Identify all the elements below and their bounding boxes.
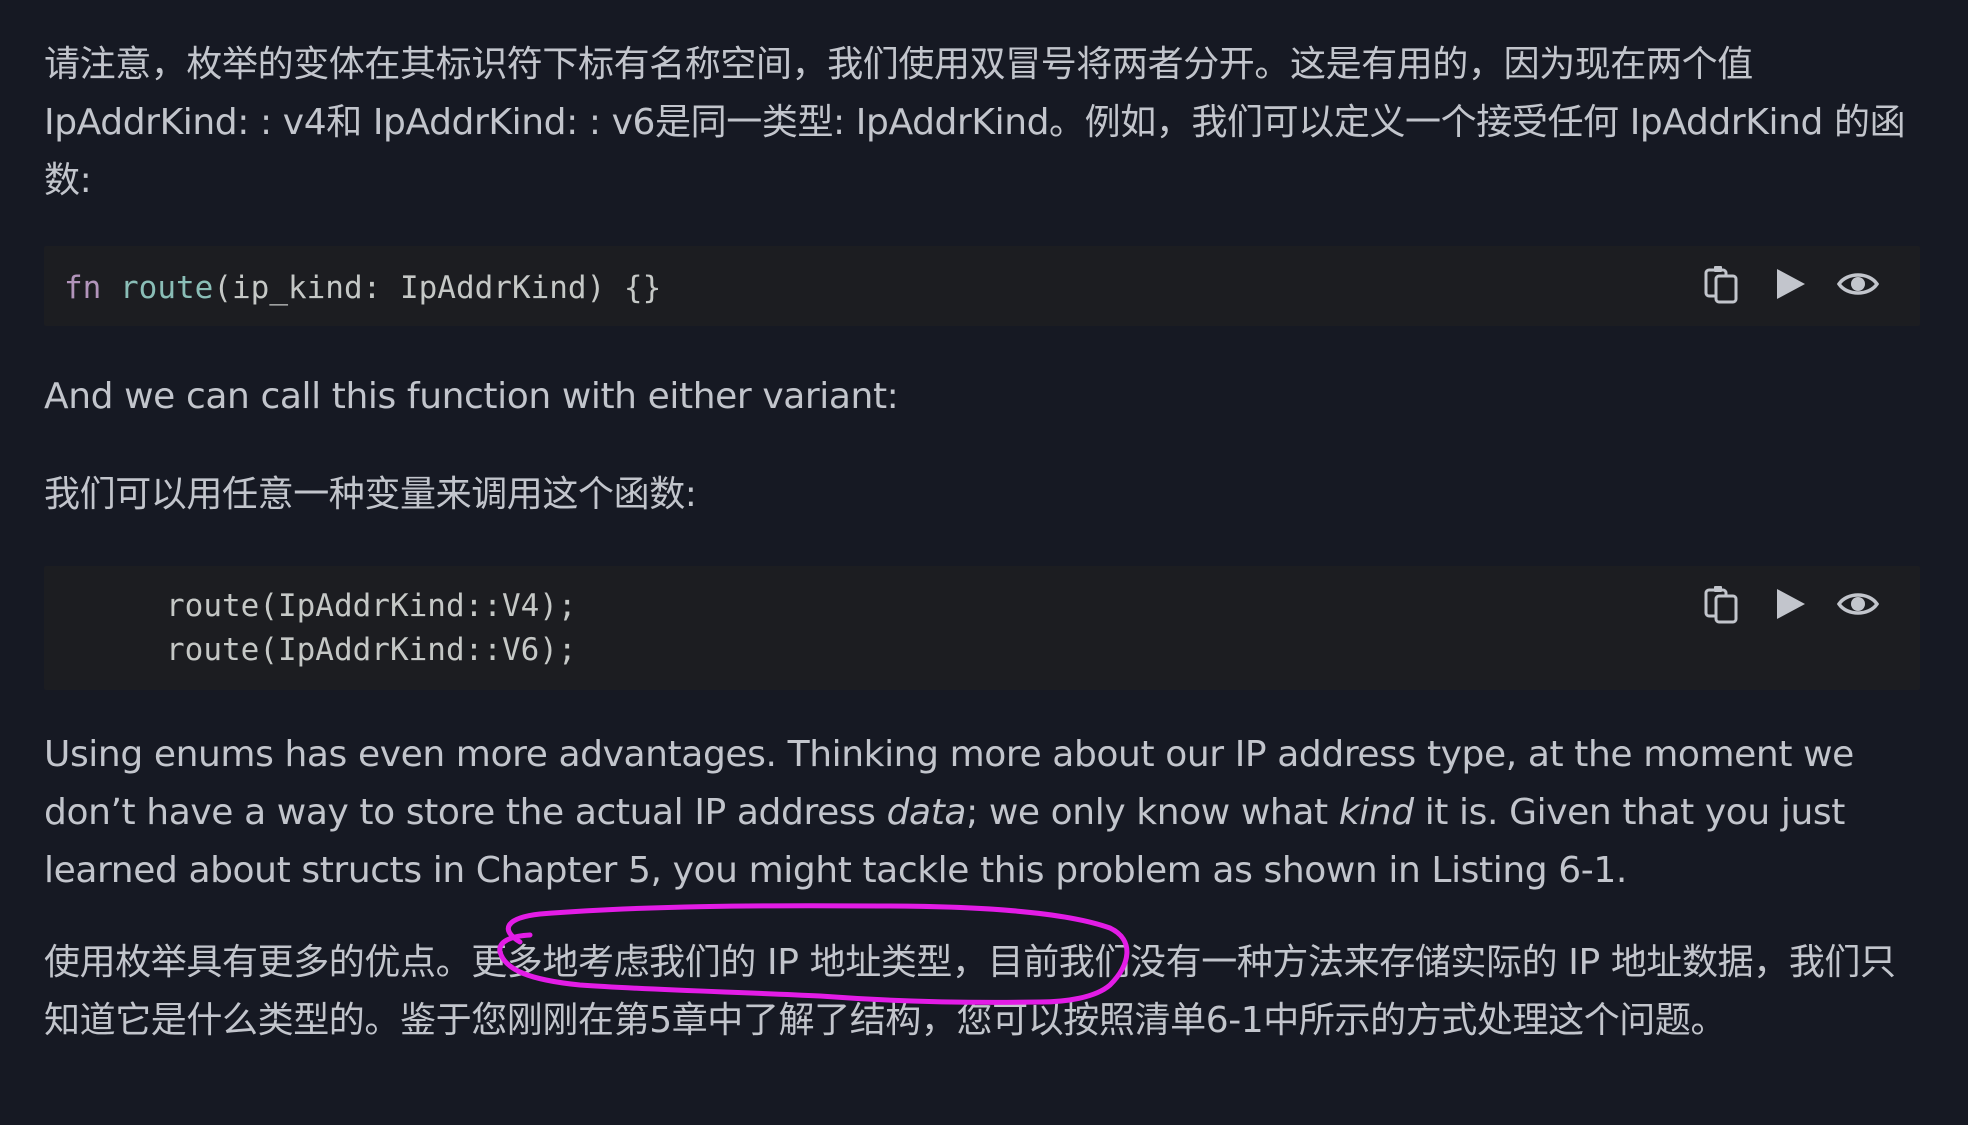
page-content: 请注意，枚举的变体在其标识符下标有名称空间，我们使用双冒号将两者分开。这是有用的… [44,36,1920,1050]
paragraph-enum-advantages-zh: 使用枚举具有更多的优点。更多地考虑我们的 IP 地址类型，目前我们没有一种方法来… [44,942,1896,1041]
emphasis-kind: kind [1338,792,1414,833]
code-block-route-fn: fn route(ip_kind: IpAddrKind) {} [44,246,1920,326]
eye-icon[interactable] [1836,262,1880,306]
code-block-buttons [1700,582,1880,626]
copy-icon[interactable] [1700,582,1744,626]
paragraph-call-function-zh: 我们可以用任意一种变量来调用这个函数: [44,474,697,515]
code-keyword: fn [64,270,102,306]
code-line: route(IpAddrKind::V4); [166,588,577,624]
code-line: route(IpAddrKind::V6); [166,632,577,668]
code-line: fn route(ip_kind: IpAddrKind) {} [64,266,1900,310]
copy-icon[interactable] [1700,262,1744,306]
eye-icon[interactable] [1836,582,1880,626]
play-icon[interactable] [1768,582,1812,626]
emphasis-data: data [886,792,967,833]
code-block-route-calls: route(IpAddrKind::V4); route(IpAddrKind:… [44,566,1920,690]
code-block-buttons [1700,262,1880,306]
paragraph-call-function-en: And we can call this function with eithe… [44,376,899,417]
play-icon[interactable] [1768,262,1812,306]
paragraph-enum-advantages-en: Using enums has even more advantages. Th… [44,726,1920,900]
paragraph-namespace-note: 请注意，枚举的变体在其标识符下标有名称空间，我们使用双冒号将两者分开。这是有用的… [44,44,1906,201]
code-rest: (ip_kind: IpAddrKind) {} [213,270,662,306]
code-function-name: route [120,270,214,306]
text-span: ; we only know what [966,792,1339,833]
